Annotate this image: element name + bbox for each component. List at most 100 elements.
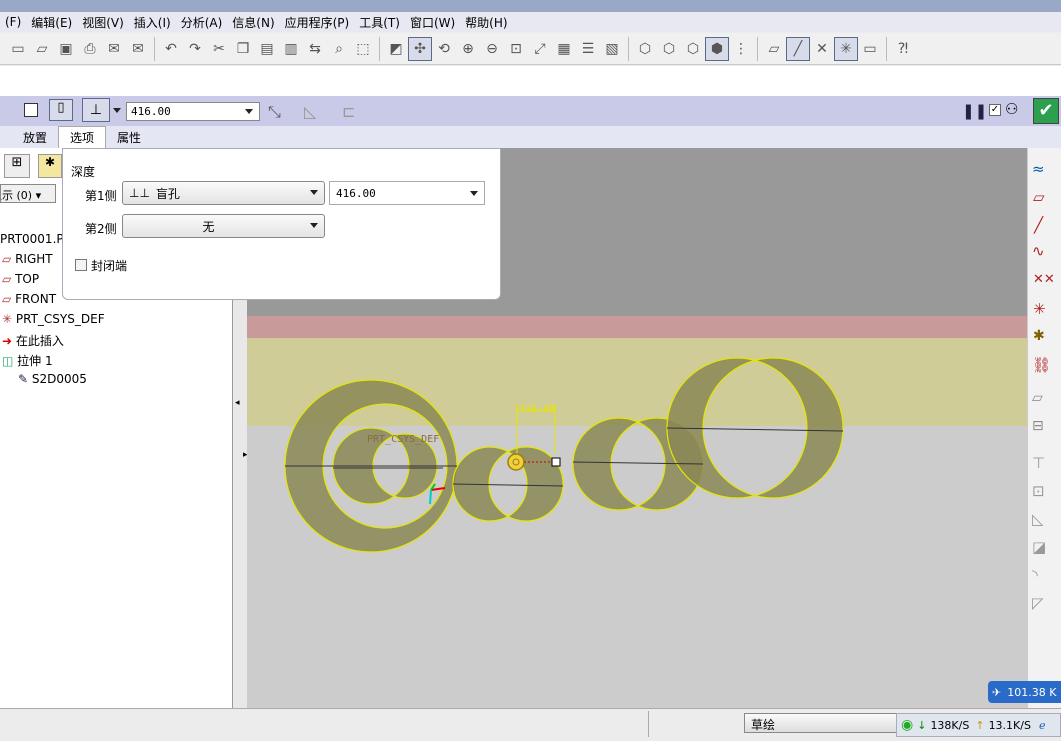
surface-icon[interactable]: ▯ — [49, 99, 73, 121]
net-badge-value: 101.38 K — [1007, 685, 1057, 699]
menu-analysis[interactable]: 分析(A) — [176, 14, 228, 31]
menu-help[interactable]: 帮助(H) — [460, 14, 512, 31]
shell-tool-icon[interactable]: ⊡ — [1032, 482, 1045, 500]
menu-edit[interactable]: 编辑(E) — [26, 14, 77, 31]
datum-axis-tool-icon[interactable]: ╱ — [1034, 216, 1043, 234]
drag-handle-icon[interactable] — [507, 453, 525, 471]
menu-view[interactable]: 视图(V) — [77, 14, 129, 31]
tab-options[interactable]: 选项 — [58, 126, 107, 148]
dimension-label[interactable]: 416.00 — [519, 404, 555, 415]
tree-item-top[interactable]: ▱ TOP — [2, 272, 39, 286]
datum-points-icon[interactable]: ✕ — [810, 37, 834, 61]
rib-tool-icon[interactable]: ◺ — [1032, 510, 1044, 528]
layers-icon[interactable]: ☰ — [576, 37, 600, 61]
network-monitor-icon: ◉ — [901, 717, 914, 733]
cut-icon[interactable]: ✂ — [207, 37, 231, 61]
tree-item-extrude[interactable]: ◫ 拉伸 1 — [2, 352, 53, 369]
zoom-out-icon[interactable]: ⊖ — [480, 37, 504, 61]
tree-item-insert-here[interactable]: ➜ 在此插入 — [2, 332, 64, 349]
collapse-left-icon[interactable]: ◂ — [235, 398, 240, 408]
side1-depth-type-dropdown[interactable]: ⊥⊥ 盲孔 — [122, 181, 325, 205]
pause-icon[interactable]: ❚❚ — [962, 102, 987, 120]
orient-mode-icon[interactable]: ⟲ — [432, 37, 456, 61]
depth-handle-icon[interactable] — [551, 457, 561, 467]
hole-tool-icon[interactable]: ⊤ — [1032, 454, 1045, 472]
paste-icon[interactable]: ▤ — [255, 37, 279, 61]
datum-planes-icon[interactable]: ▱ — [762, 37, 786, 61]
csys-display-icon[interactable]: ✳ — [834, 36, 858, 61]
datum-point-tool-icon[interactable]: ✕✕ — [1033, 272, 1055, 287]
menu-tools[interactable]: 工具(T) — [354, 14, 405, 31]
save-icon[interactable]: ▣ — [54, 37, 78, 61]
flip-direction-icon[interactable]: ⤡ — [268, 102, 281, 122]
no-hidden-icon[interactable]: ⬡ — [681, 37, 705, 61]
blind-depth-icon[interactable]: ⊥ — [82, 98, 110, 122]
tab-placement[interactable]: 放置 — [12, 127, 58, 148]
depth-value-combo[interactable]: 416.00 — [126, 102, 260, 121]
refit-icon[interactable]: ⊡ — [504, 37, 528, 61]
preview-checkbox[interactable]: ✓ — [989, 104, 1001, 116]
network-monitor[interactable]: ◉ ↓ 138K/S ↑ 13.1K/S ℯ — [896, 713, 1061, 737]
annotation-icon[interactable]: ▭ — [858, 37, 882, 61]
sketch-tool-icon[interactable]: ≈ — [1032, 160, 1045, 178]
zoom-in-icon[interactable]: ⊕ — [456, 37, 480, 61]
ok-check-icon[interactable]: ✔ — [1033, 98, 1059, 124]
tab-properties[interactable]: 属性 — [106, 127, 152, 148]
mail-icon[interactable]: ✉ — [102, 37, 126, 61]
redo-icon[interactable]: ↷ — [183, 37, 207, 61]
context-help-icon[interactable]: ⁈ — [891, 37, 915, 61]
reorient-icon[interactable]: ⤢ — [528, 37, 552, 61]
copy-tool-icon[interactable]: ▱ — [1032, 390, 1043, 406]
solid-icon[interactable] — [24, 103, 38, 117]
menu-window[interactable]: 窗口(W) — [405, 14, 460, 31]
view-manager-icon[interactable]: ▧ — [600, 37, 624, 61]
chamfer-tool-icon[interactable]: ◸ — [1032, 594, 1044, 612]
shading-icon[interactable]: ⬢ — [705, 36, 729, 61]
datum-plane-tool-icon[interactable]: ▱ — [1033, 188, 1045, 206]
chain-tool-icon[interactable]: ⛓ — [1032, 356, 1051, 374]
tree-item-csys[interactable]: ✳ PRT_CSYS_DEF — [2, 312, 105, 326]
mail-attach-icon[interactable]: ✉ — [126, 37, 150, 61]
dashboard-tabs: 放置 选项 属性 — [0, 126, 1061, 148]
paste-tool-icon[interactable]: ⊟ — [1032, 418, 1044, 434]
round-tool-icon[interactable]: ◝ — [1032, 566, 1038, 584]
hidden-line-icon[interactable]: ⬡ — [657, 37, 681, 61]
wireframe-icon[interactable]: ⬡ — [633, 37, 657, 61]
tree-item-sketch[interactable]: ✎ S2D0005 — [18, 372, 87, 386]
tree-item-right[interactable]: ▱ RIGHT — [2, 252, 53, 266]
analysis-tool-icon[interactable]: ✱ — [1033, 328, 1045, 344]
side2-label: 第2侧 — [85, 222, 117, 236]
remove-material-icon[interactable]: ◺ — [304, 102, 316, 121]
menu-info[interactable]: 信息(N) — [227, 14, 279, 31]
draft-tool-icon[interactable]: ◪ — [1032, 538, 1046, 556]
menu-file[interactable]: (F) — [0, 15, 26, 29]
select-box-icon[interactable]: ⬚ — [351, 37, 375, 61]
thicken-icon[interactable]: ⊏ — [342, 102, 355, 121]
capped-ends-checkbox[interactable] — [75, 259, 87, 271]
undo-icon[interactable]: ↶ — [159, 37, 183, 61]
datum-curve-tool-icon[interactable]: ∿ — [1032, 242, 1045, 260]
regenerate-icon[interactable]: ⇆ — [303, 37, 327, 61]
copy-icon[interactable]: ❐ — [231, 37, 255, 61]
model-tree-toggle-icon[interactable]: ⋮ — [729, 37, 753, 61]
filter-dropdown[interactable]: 草绘 — [744, 713, 904, 733]
network-speed-badge[interactable]: ✈ 101.38 K — [988, 681, 1061, 703]
datum-axes-icon[interactable]: ╱ — [786, 36, 810, 61]
menu-insert[interactable]: 插入(I) — [129, 14, 176, 31]
spin-center-icon[interactable]: ✣ — [408, 36, 432, 61]
find-icon[interactable]: ⌕ — [327, 37, 351, 61]
side1-depth-value-combo[interactable]: 416.00 — [329, 181, 485, 205]
tree-item-front[interactable]: ▱ FRONT — [2, 292, 56, 306]
menu-applications[interactable]: 应用程序(P) — [280, 14, 355, 31]
csys-tool-icon[interactable]: ✳ — [1033, 300, 1046, 318]
depth-options-dropdown-icon[interactable] — [113, 108, 121, 113]
saved-views-icon[interactable]: ▦ — [552, 37, 576, 61]
verify-glasses-icon[interactable]: ⚇ — [1005, 100, 1018, 118]
paste-special-icon[interactable]: ▥ — [279, 37, 303, 61]
open-file-icon[interactable]: ▱ — [30, 37, 54, 61]
print-icon[interactable]: ⎙ — [78, 37, 102, 61]
repaint-icon[interactable]: ◩ — [384, 37, 408, 61]
upload-speed: 13.1K/S — [988, 718, 1031, 732]
side2-depth-type-dropdown[interactable]: 无 — [122, 214, 325, 238]
new-file-icon[interactable]: ▭ — [6, 37, 30, 61]
